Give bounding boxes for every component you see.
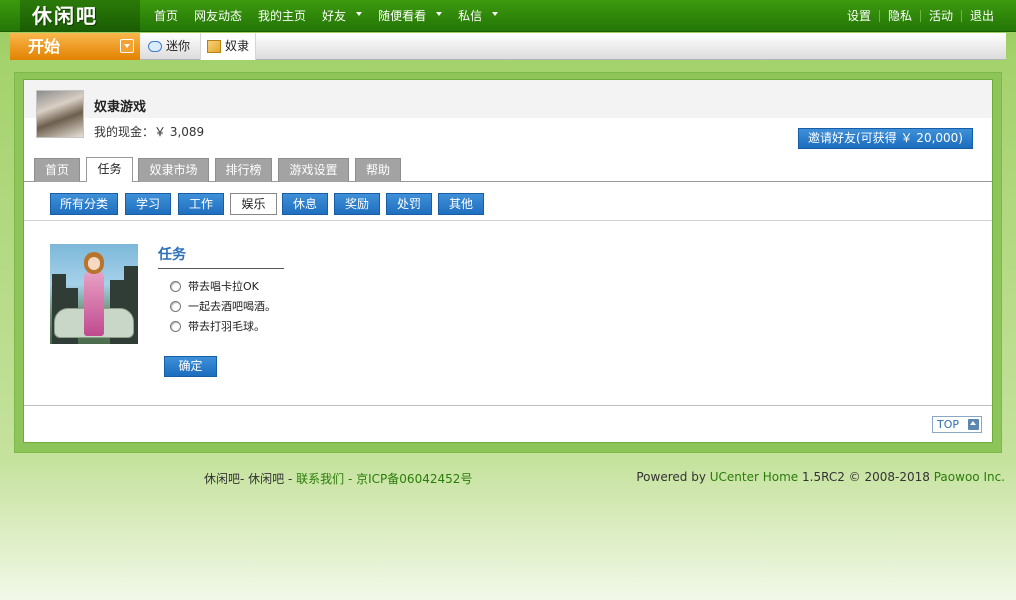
- chevron-down-icon: [356, 12, 363, 16]
- filter-punishment[interactable]: 处罚: [386, 193, 432, 215]
- filter-work[interactable]: 工作: [178, 193, 224, 215]
- tab-tasks[interactable]: 任务: [86, 157, 133, 182]
- nav-browse[interactable]: 随便看看: [370, 0, 450, 32]
- filter-other[interactable]: 其他: [438, 193, 484, 215]
- logout-link[interactable]: 退出: [962, 9, 1002, 23]
- filter-all[interactable]: 所有分类: [50, 193, 118, 215]
- character-body-shape: [84, 270, 104, 336]
- nav-messages[interactable]: 私信: [450, 0, 506, 32]
- main-panel: 奴隶游戏 我的现金：￥ 3,089 邀请好友(可获得 ￥ 20,000) 首页 …: [23, 79, 993, 443]
- cash-label: 我的现金：: [94, 125, 155, 139]
- arrow-up-icon: [968, 419, 979, 430]
- cash-value: ￥ 3,089: [154, 125, 205, 139]
- game-tabs: 首页 任务 奴隶市场 排行榜 游戏设置 帮助: [24, 156, 992, 182]
- chat-bubble-icon: [148, 41, 162, 52]
- start-button[interactable]: 开始: [10, 33, 140, 60]
- tab-leaderboard[interactable]: 排行榜: [215, 158, 272, 182]
- chevron-down-icon: [436, 12, 443, 16]
- chevron-down-icon[interactable]: [120, 39, 134, 53]
- cash-display: 我的现金：￥ 3,089: [94, 123, 204, 140]
- radio-button[interactable]: [170, 300, 181, 312]
- events-link[interactable]: 活动: [921, 9, 961, 23]
- box-icon: [207, 40, 221, 53]
- tab-help[interactable]: 帮助: [355, 158, 401, 182]
- tab-game-settings[interactable]: 游戏设置: [278, 158, 349, 182]
- contact-us-link[interactable]: 联系我们: [296, 472, 344, 486]
- nav-friend-feed[interactable]: 网友动态: [186, 0, 250, 32]
- top-navigation-bar: 休闲吧 首页 网友动态 我的主页 好友 随便看看 私信 设置 隐私 活动 退出: [0, 0, 1016, 32]
- task-heading: 任务: [158, 247, 186, 263]
- invite-friends-button[interactable]: 邀请好友(可获得 ￥ 20,000): [798, 128, 973, 149]
- header-strip: [24, 80, 992, 118]
- divider: [24, 405, 992, 406]
- nav-home[interactable]: 首页: [146, 0, 186, 32]
- app-tab-mini[interactable]: 迷你: [142, 33, 196, 60]
- filter-entertainment[interactable]: 娱乐: [230, 193, 277, 215]
- chevron-down-icon: [492, 12, 499, 16]
- character-face-shape: [88, 257, 100, 270]
- footer-powered-by: Powered by UCenter Home 1.5RC2 © 2008-20…: [636, 470, 1005, 484]
- avatar[interactable]: [36, 90, 84, 138]
- task-option-bar[interactable]: 一起去酒吧喝酒。: [170, 298, 276, 314]
- tab-home[interactable]: 首页: [34, 158, 80, 182]
- app-tab-slave[interactable]: 奴隶: [200, 33, 257, 60]
- main-nav: 首页 网友动态 我的主页 好友 随便看看 私信: [146, 0, 506, 32]
- nav-friends[interactable]: 好友: [314, 0, 370, 32]
- radio-button[interactable]: [170, 280, 181, 292]
- filter-study[interactable]: 学习: [125, 193, 171, 215]
- task-option-badminton[interactable]: 带去打羽毛球。: [170, 318, 265, 334]
- character-image: [50, 244, 138, 344]
- back-to-top-button[interactable]: TOP: [932, 416, 982, 433]
- footer-site-info: 休闲吧- 休闲吧 - 联系我们 - 京ICP备06042452号: [204, 472, 473, 486]
- category-filters: 所有分类 学习 工作 娱乐 休息 奖励 处罚 其他: [24, 182, 992, 221]
- filter-rest[interactable]: 休息: [282, 193, 328, 215]
- site-logo[interactable]: 休闲吧: [20, 0, 140, 32]
- page-title: 奴隶游戏: [94, 100, 147, 115]
- confirm-button[interactable]: 确定: [164, 356, 217, 377]
- task-heading-underline: [158, 268, 284, 269]
- privacy-link[interactable]: 隐私: [880, 9, 920, 23]
- task-option-karaoke[interactable]: 带去唱卡拉OK: [170, 278, 259, 294]
- app-bar: 开始 迷你 奴隶: [10, 33, 1006, 60]
- radio-button[interactable]: [170, 320, 181, 332]
- icp-license-link[interactable]: 京ICP备06042452号: [356, 472, 472, 486]
- tab-slave-market[interactable]: 奴隶市场: [138, 158, 209, 182]
- filter-reward[interactable]: 奖励: [334, 193, 380, 215]
- nav-my-homepage[interactable]: 我的主页: [250, 0, 314, 32]
- settings-link[interactable]: 设置: [839, 9, 879, 23]
- company-link[interactable]: Paowoo Inc.: [934, 470, 1005, 484]
- user-nav: 设置 隐私 活动 退出: [839, 0, 1002, 32]
- ucenter-home-link[interactable]: UCenter Home: [710, 470, 798, 484]
